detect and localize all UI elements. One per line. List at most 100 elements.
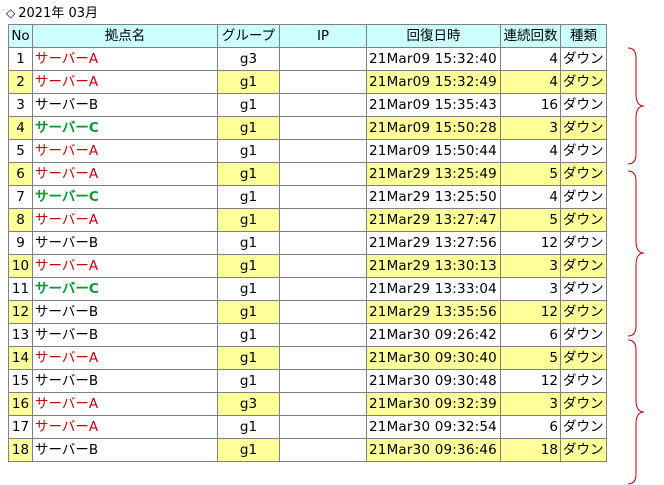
site-name: サーバーA [35,419,99,435]
cell-count: 6 [501,324,560,346]
cell-ip [280,71,366,93]
cell-count: 12 [501,370,560,392]
cell-site: サーバーA [33,393,217,415]
cell-group: g1 [218,163,279,185]
cell-ip [280,393,366,415]
outage-log-table: No 拠点名 グループ IP 回復日時 連続回数 種類 1 サーバーA g3 21Ma… [8,24,607,462]
cell-count: 3 [501,278,560,300]
cell-group: g3 [218,393,279,415]
cell-site: サーバーB [33,324,217,346]
cell-no: 15 [9,370,32,392]
cell-ip [280,163,366,185]
cell-count: 4 [501,48,560,70]
cell-group: g1 [218,278,279,300]
cell-type: ダウン [561,278,606,300]
cell-no: 1 [9,48,32,70]
cell-count: 3 [501,393,560,415]
cell-site: サーバーB [33,94,217,116]
cell-count: 4 [501,71,560,93]
cell-type: ダウン [561,324,606,346]
page-header: ◇ 2021年 03月 [6,4,98,22]
cell-count: 12 [501,232,560,254]
cell-group: g1 [218,370,279,392]
cell-no: 10 [9,255,32,277]
header-site: 拠点名 [33,25,217,47]
site-name: サーバーC [35,189,99,205]
cell-time: 21Mar09 15:50:44 [367,140,500,162]
table-row: 14 サーバーA g1 21Mar30 09:30:40 5 ダウン [9,347,606,369]
cell-type: ダウン [561,163,606,185]
site-name: サーバーB [35,373,99,389]
page-title: 2021年 03月 [18,6,98,21]
cell-site: サーバーB [33,232,217,254]
cell-time: 21Mar29 13:35:56 [367,301,500,323]
cell-time: 21Mar09 15:35:43 [367,94,500,116]
table-row: 1 サーバーA g3 21Mar09 15:32:40 4 ダウン [9,48,606,70]
cell-group: g1 [218,186,279,208]
cell-site: サーバーC [33,278,217,300]
cell-site: サーバーC [33,186,217,208]
table-row: 17 サーバーA g1 21Mar30 09:32:54 6 ダウン [9,416,606,438]
table-row: 15 サーバーB g1 21Mar30 09:30:48 12 ダウン [9,370,606,392]
bracket-group-2 [627,170,645,337]
cell-site: サーバーC [33,117,217,139]
table-row: 11 サーバーC g1 21Mar29 13:33:04 3 ダウン [9,278,606,300]
cell-no: 6 [9,163,32,185]
cell-type: ダウン [561,393,606,415]
cell-ip [280,117,366,139]
cell-count: 5 [501,347,560,369]
cell-type: ダウン [561,347,606,369]
cell-group: g1 [218,232,279,254]
site-name: サーバーA [35,350,99,366]
cell-site: サーバーA [33,255,217,277]
cell-type: ダウン [561,71,606,93]
cell-count: 4 [501,186,560,208]
cell-time: 21Mar29 13:27:47 [367,209,500,231]
cell-no: 17 [9,416,32,438]
cell-count: 5 [501,209,560,231]
bracket-group-3 [627,339,645,485]
site-name: サーバーB [35,97,99,113]
cell-group: g1 [218,301,279,323]
site-name: サーバーB [35,235,99,251]
header-no: No [9,25,32,47]
cell-ip [280,94,366,116]
cell-site: サーバーB [33,301,217,323]
cell-no: 5 [9,140,32,162]
table-row: 3 サーバーB g1 21Mar09 15:35:43 16 ダウン [9,94,606,116]
cell-group: g1 [218,255,279,277]
table-row: 13 サーバーB g1 21Mar30 09:26:42 6 ダウン [9,324,606,346]
cell-ip [280,301,366,323]
site-name: サーバーA [35,166,99,182]
table-row: 7 サーバーC g1 21Mar29 13:25:50 4 ダウン [9,186,606,208]
site-name: サーバーA [35,74,99,90]
site-name: サーバーA [35,51,99,67]
cell-count: 3 [501,255,560,277]
cell-type: ダウン [561,439,606,461]
header-ip: IP [280,25,366,47]
table-row: 5 サーバーA g1 21Mar09 15:50:44 4 ダウン [9,140,606,162]
group-brackets [627,47,645,485]
cell-group: g1 [218,439,279,461]
cell-group: g1 [218,324,279,346]
table-row: 16 サーバーA g3 21Mar30 09:32:39 3 ダウン [9,393,606,415]
cell-no: 9 [9,232,32,254]
table-row: 12 サーバーB g1 21Mar29 13:35:56 12 ダウン [9,301,606,323]
cell-no: 11 [9,278,32,300]
cell-type: ダウン [561,94,606,116]
cell-group: g1 [218,94,279,116]
cell-no: 2 [9,71,32,93]
cell-count: 5 [501,163,560,185]
site-name: サーバーC [35,281,99,297]
cell-group: g1 [218,209,279,231]
table-header-row: No 拠点名 グループ IP 回復日時 連続回数 種類 [9,25,606,47]
table-row: 9 サーバーB g1 21Mar29 13:27:56 12 ダウン [9,232,606,254]
cell-no: 3 [9,94,32,116]
cell-group: g1 [218,416,279,438]
cell-time: 21Mar30 09:30:48 [367,370,500,392]
cell-group: g3 [218,48,279,70]
table-row: 8 サーバーA g1 21Mar29 13:27:47 5 ダウン [9,209,606,231]
site-name: サーバーA [35,258,99,274]
cell-ip [280,439,366,461]
cell-ip [280,278,366,300]
